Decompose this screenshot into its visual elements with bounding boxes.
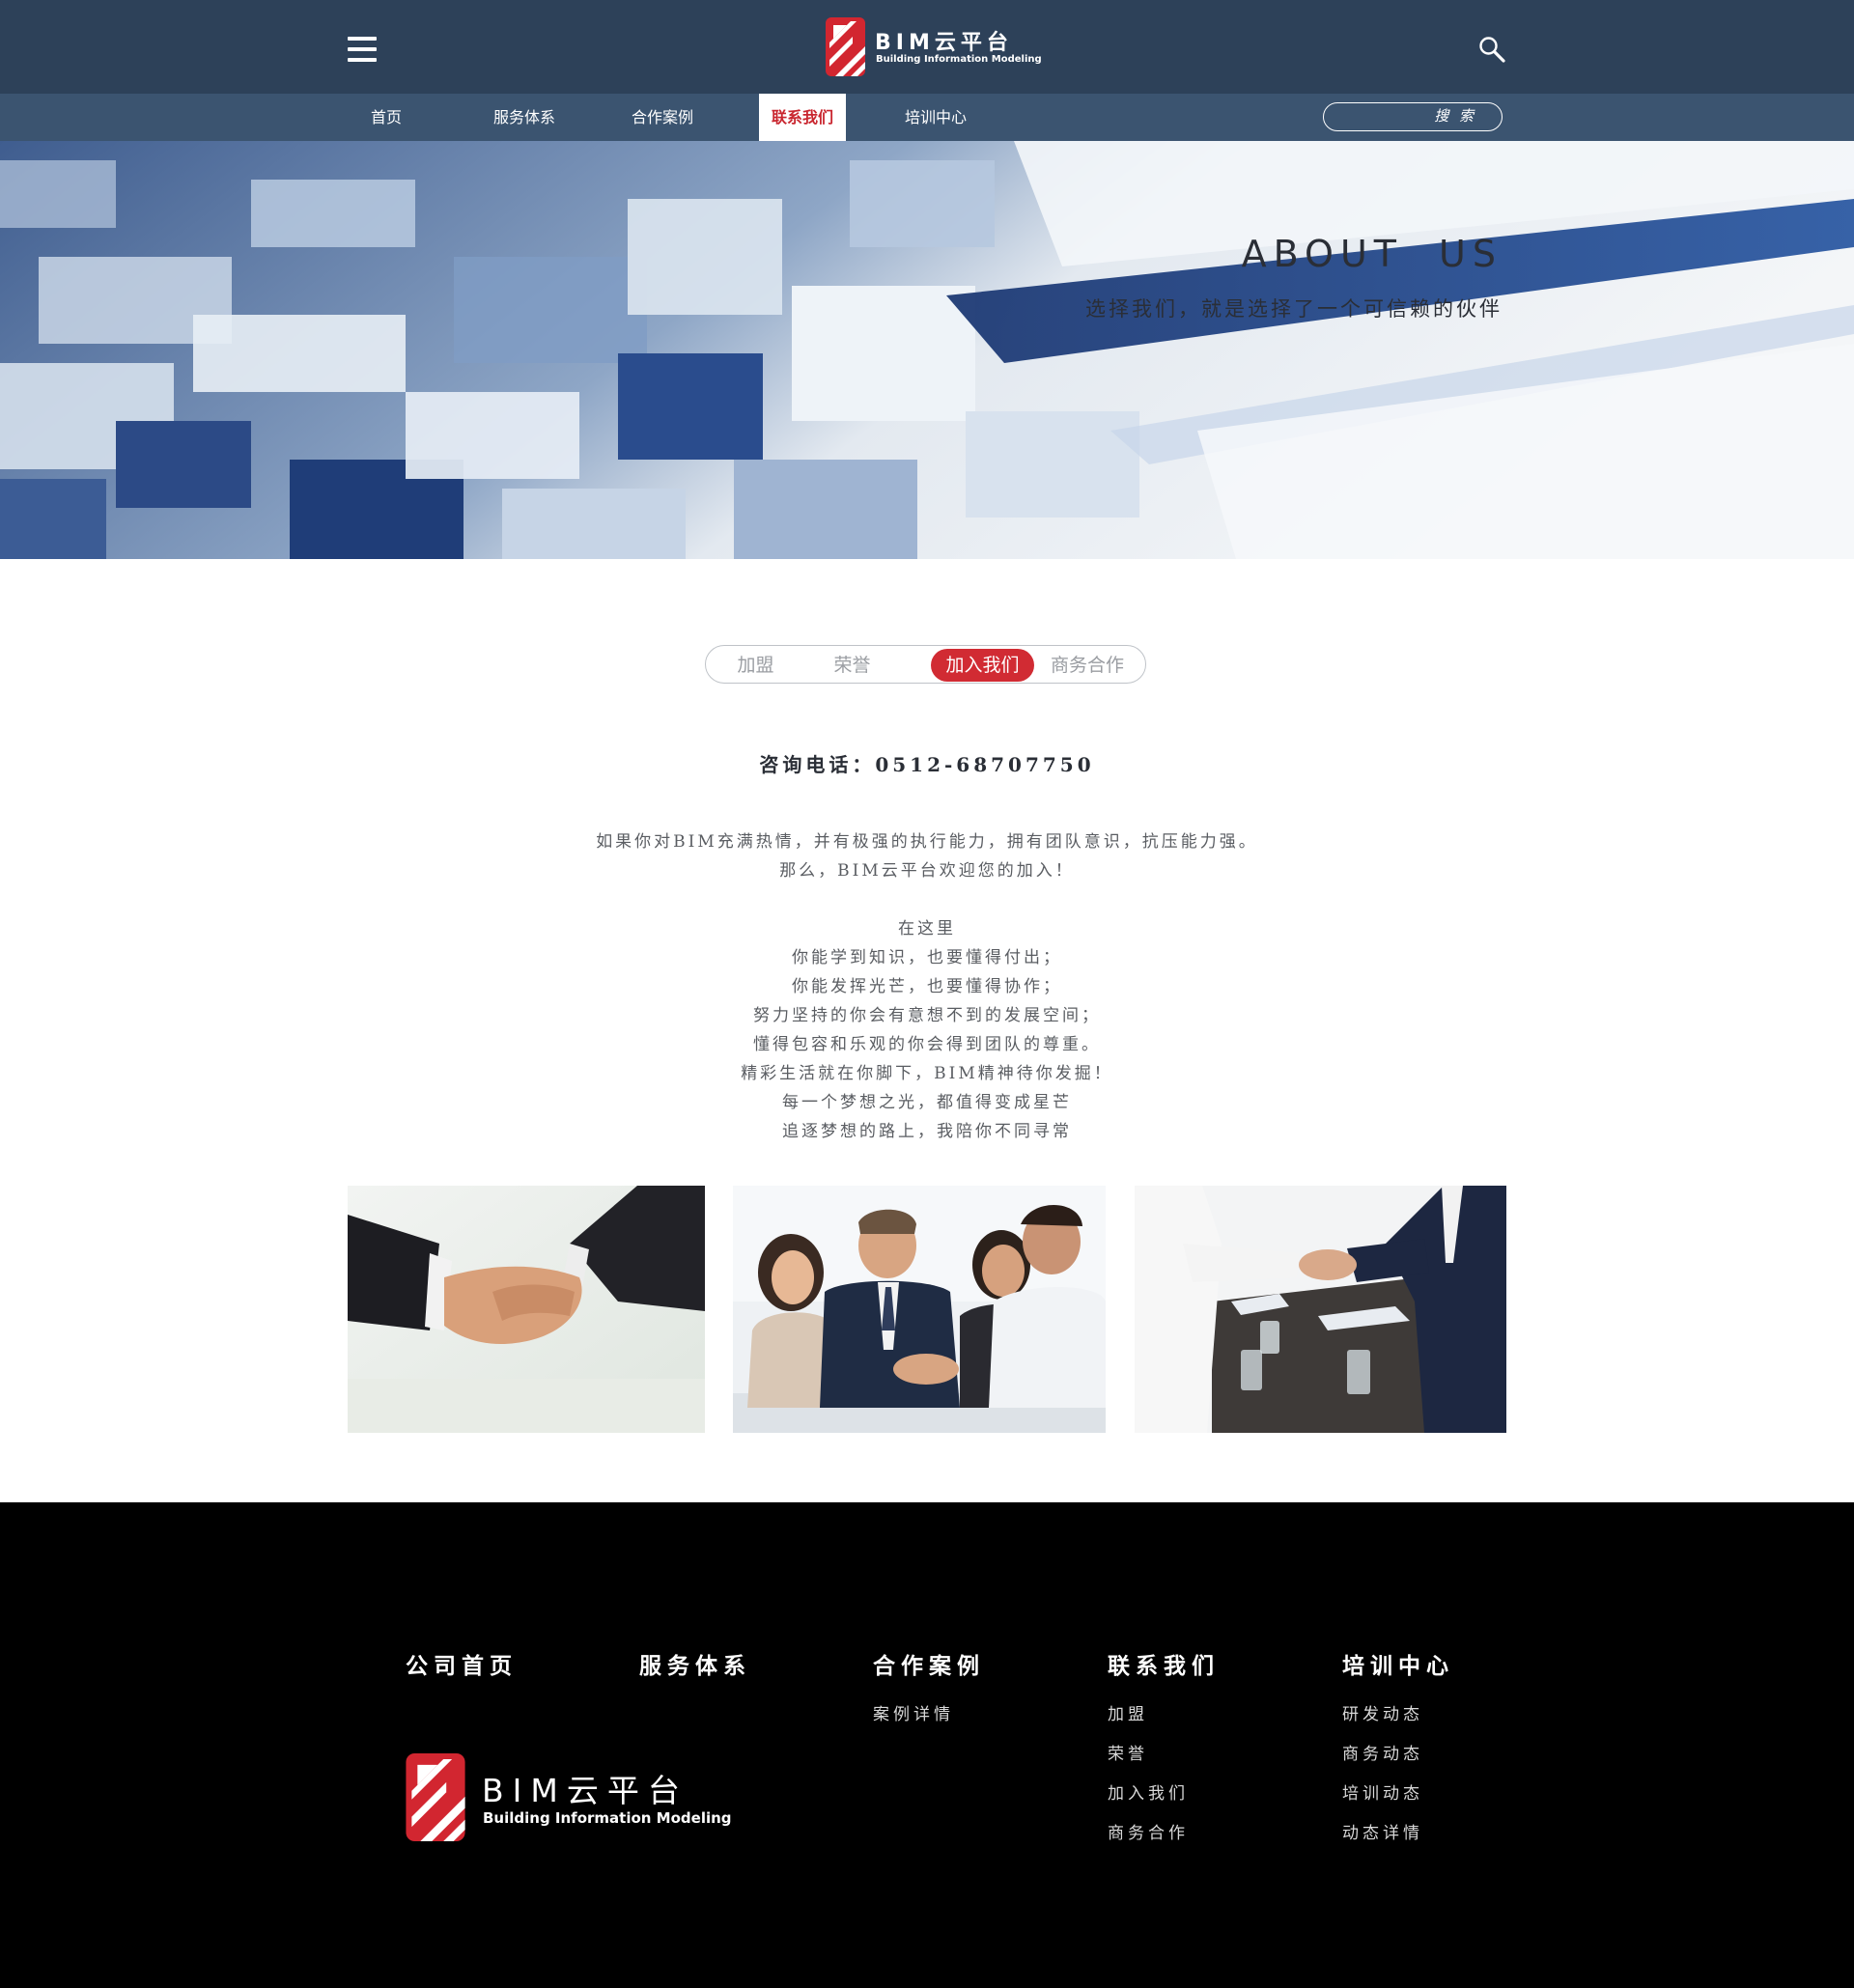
nav-item-contact[interactable]: 联系我们 <box>759 94 846 141</box>
hero-banner: ABOUT US 选择我们，就是选择了一个可信赖的伙伴 <box>0 141 1854 559</box>
search-input[interactable]: 搜 索 <box>1323 102 1503 131</box>
hero-subtitle: 选择我们，就是选择了一个可信赖的伙伴 <box>1085 297 1503 321</box>
poem-line: 懂得包容和乐观的你会得到团队的尊重。 <box>753 1035 1101 1054</box>
footer-logo-subtitle: Building Information Modeling <box>483 1809 732 1827</box>
poem-line: 追逐梦想的路上，我陪你不同寻常 <box>782 1122 1072 1141</box>
footer-heading-home[interactable]: 公司首页 <box>406 1647 518 1680</box>
footer-link-honors[interactable]: 荣誉 <box>1108 1735 1189 1775</box>
poem-line: 努力坚持的你会有意想不到的发展空间； <box>753 1006 1101 1025</box>
tab-business[interactable]: 商务合作 <box>1039 649 1136 682</box>
team-meeting-photo <box>733 1186 1106 1433</box>
footer-link-franchise[interactable]: 加盟 <box>1108 1695 1189 1735</box>
footer-link-business[interactable]: 商务合作 <box>1108 1814 1189 1854</box>
footer-heading-services[interactable]: 服务体系 <box>639 1647 751 1680</box>
footer-link-case-detail[interactable]: 案例详情 <box>873 1695 954 1735</box>
footer-heading-training[interactable]: 培训中心 <box>1342 1647 1454 1680</box>
tab-franchise[interactable]: 加盟 <box>716 649 796 682</box>
footer-logo-name: BIM云平台 <box>482 1772 688 1809</box>
recruit-poem: 在这里 你能学到知识，也要懂得付出； 你能发挥光芒，也要懂得协作； 努力坚持的你… <box>0 914 1854 1146</box>
site-logo[interactable]: BIM云平台 Building Information Modeling <box>826 17 1042 77</box>
footer-logo[interactable]: BIM云平台 Building Information Modeling <box>406 1753 732 1842</box>
footer-heading-cases[interactable]: 合作案例 <box>873 1647 985 1680</box>
nav-item-cases[interactable]: 合作案例 <box>621 94 704 141</box>
footer-link-business-news[interactable]: 商务动态 <box>1342 1735 1423 1775</box>
poem-line: 你能学到知识，也要懂得付出； <box>792 948 1062 967</box>
footer-col-home: 公司首页 <box>406 1647 518 1680</box>
hamburger-menu-icon[interactable] <box>348 37 377 62</box>
business-handshake-photo <box>1135 1186 1506 1433</box>
poem-line: 你能发挥光芒，也要懂得协作； <box>792 977 1062 996</box>
footer-link-training-news[interactable]: 培训动态 <box>1342 1775 1423 1814</box>
hero-background-image <box>0 141 1854 559</box>
section-tabs: 加盟 荣誉 加入我们 商务合作 <box>705 645 1146 684</box>
footer-heading-contact[interactable]: 联系我们 <box>1108 1647 1220 1680</box>
footer-link-news-detail[interactable]: 动态详情 <box>1342 1814 1423 1854</box>
footer-col-training: 培训中心 研发动态 商务动态 培训动态 动态详情 <box>1342 1647 1454 1843</box>
intro-line: 如果你对BIM充满热情，并有极强的执行能力，拥有团队意识，抗压能力强。 <box>596 832 1258 852</box>
tab-honors[interactable]: 荣誉 <box>812 649 892 682</box>
handshake-photo <box>348 1186 705 1433</box>
logo-mark-icon <box>406 1753 465 1841</box>
intro-line: 那么，BIM云平台欢迎您的加入！ <box>779 861 1075 881</box>
nav-item-services[interactable]: 服务体系 <box>483 94 566 141</box>
site-footer: 公司首页 服务体系 合作案例 案例详情 联系我们 加盟 荣誉 加入我们 商务合作… <box>0 1502 1854 1988</box>
poem-line: 精彩生活就在你脚下，BIM精神待你发掘！ <box>741 1064 1113 1083</box>
top-header: BIM云平台 Building Information Modeling <box>0 0 1854 94</box>
nav-item-home[interactable]: 首页 <box>357 94 415 141</box>
logo-name: BIM云平台 <box>875 31 1013 55</box>
footer-link-rd-news[interactable]: 研发动态 <box>1342 1695 1423 1735</box>
logo-subtitle: Building Information Modeling <box>876 54 1042 65</box>
footer-col-cases: 合作案例 案例详情 <box>873 1647 985 1724</box>
nav-item-training[interactable]: 培训中心 <box>894 94 977 141</box>
main-nav: 首页 服务体系 合作案例 联系我们 培训中心 搜 索 <box>0 94 1854 141</box>
poem-line: 在这里 <box>898 919 956 938</box>
footer-link-join-us[interactable]: 加入我们 <box>1108 1775 1189 1814</box>
footer-col-contact: 联系我们 加盟 荣誉 加入我们 商务合作 <box>1108 1647 1220 1843</box>
hero-title: ABOUT US <box>1241 233 1503 275</box>
intro-text: 如果你对BIM充满热情，并有极强的执行能力，拥有团队意识，抗压能力强。 那么，B… <box>0 827 1854 885</box>
tab-join-us[interactable]: 加入我们 <box>931 649 1034 682</box>
search-icon[interactable] <box>1478 36 1505 63</box>
poem-line: 每一个梦想之光，都值得变成星芒 <box>782 1093 1072 1112</box>
contact-phone: 咨询电话：0512-68707750 <box>759 753 1095 776</box>
logo-mark-icon <box>826 17 865 76</box>
footer-col-services: 服务体系 <box>639 1647 751 1680</box>
